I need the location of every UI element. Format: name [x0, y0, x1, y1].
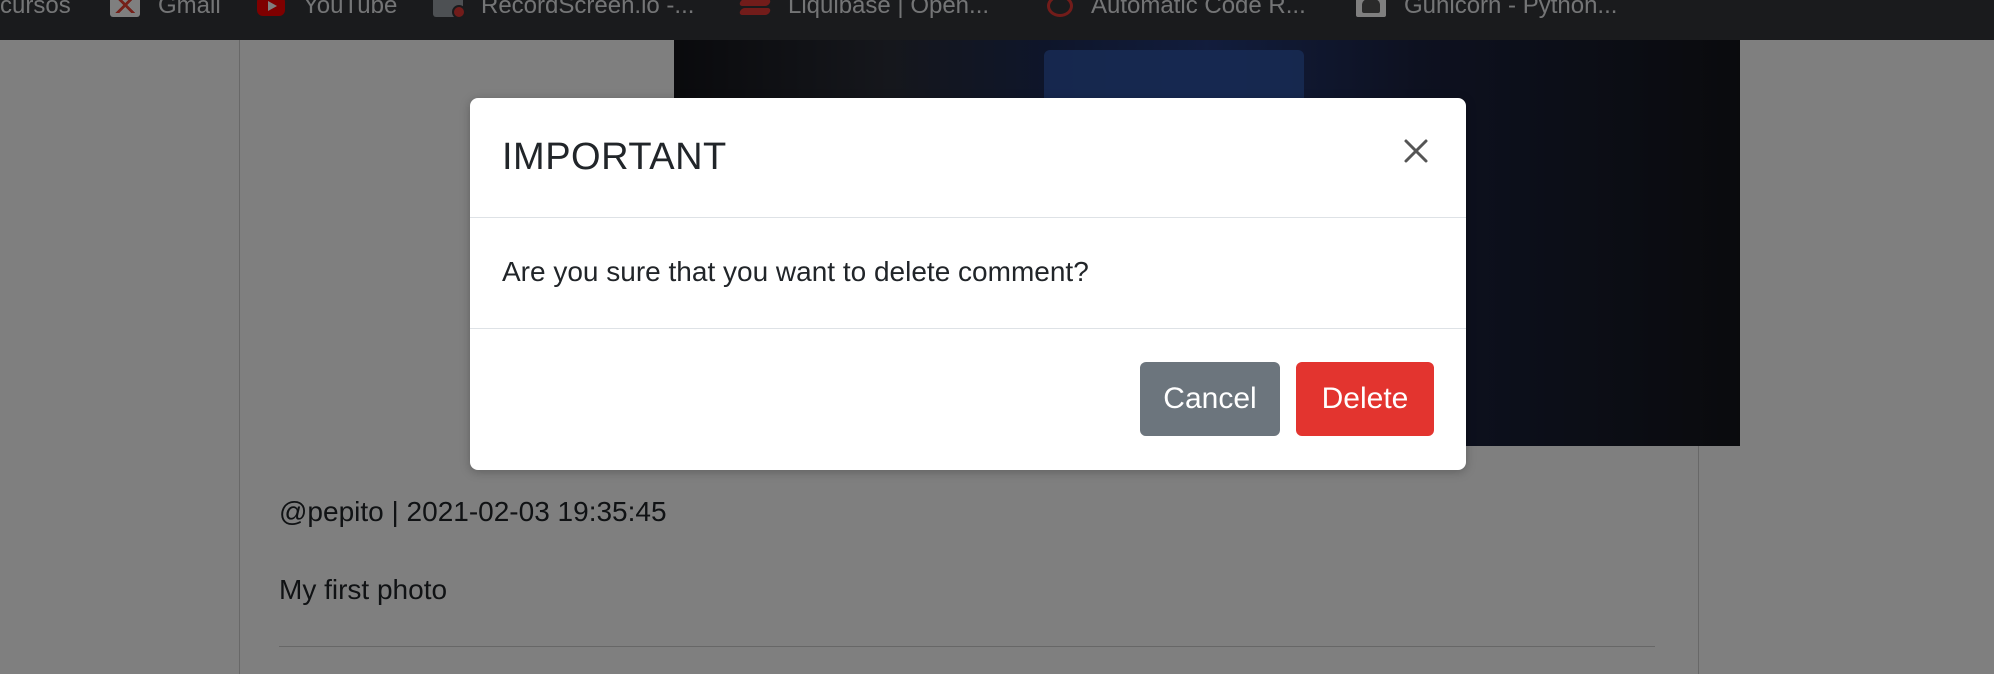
modal-footer: Cancel Delete [470, 329, 1466, 470]
modal-header: IMPORTANT [470, 98, 1466, 218]
close-button[interactable] [1396, 132, 1436, 172]
modal-body: Are you sure that you want to delete com… [470, 218, 1466, 329]
modal-title: IMPORTANT [502, 136, 727, 178]
modal-message: Are you sure that you want to delete com… [502, 256, 1089, 287]
delete-button[interactable]: Delete [1296, 362, 1434, 436]
close-icon [1404, 139, 1428, 162]
cancel-button[interactable]: Cancel [1140, 362, 1280, 436]
delete-confirm-modal: IMPORTANT Are you sure that you want to … [470, 98, 1466, 470]
